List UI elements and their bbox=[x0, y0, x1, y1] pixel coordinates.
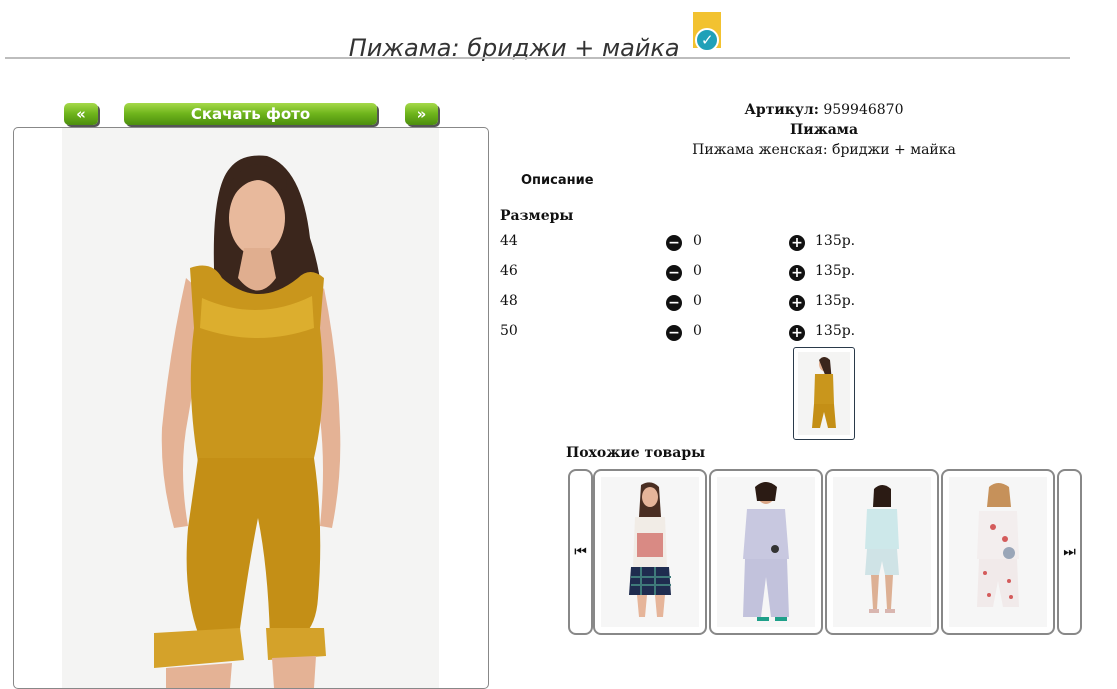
prev-photo-button[interactable]: « bbox=[64, 103, 98, 125]
skip-previous-icon: ⏮ bbox=[574, 544, 587, 560]
carousel-next-button[interactable]: ⏭ bbox=[1057, 469, 1082, 635]
size-label: 48 bbox=[500, 293, 518, 309]
increase-quantity-plus-icon[interactable]: + bbox=[789, 325, 805, 341]
size-label: 50 bbox=[500, 323, 518, 339]
size-label: 46 bbox=[500, 263, 518, 279]
price-value: 135р. bbox=[815, 323, 856, 339]
increase-quantity-plus-icon[interactable]: + bbox=[789, 265, 805, 281]
size-row: 48 − 0 + 135р. bbox=[500, 293, 900, 313]
price-value: 135р. bbox=[815, 263, 856, 279]
product-full-name: Пижама женская: бриджи + майка bbox=[692, 142, 956, 158]
similar-product-card[interactable] bbox=[825, 469, 939, 635]
similar-product-card[interactable] bbox=[709, 469, 823, 635]
similar-product-image bbox=[833, 477, 931, 627]
product-category: Пижама bbox=[789, 122, 859, 138]
sku-value: 959946870 bbox=[823, 102, 904, 118]
quantity-value: 0 bbox=[693, 323, 702, 339]
similar-product-image bbox=[717, 477, 815, 627]
decrease-quantity-minus-icon[interactable]: − bbox=[666, 325, 682, 341]
similar-product-card[interactable] bbox=[593, 469, 707, 635]
next-photo-button[interactable]: » bbox=[405, 103, 438, 125]
quantity-value: 0 bbox=[693, 233, 702, 249]
photo-thumbnail[interactable] bbox=[793, 347, 855, 440]
main-photo-frame bbox=[13, 127, 489, 689]
quantity-value: 0 bbox=[693, 263, 702, 279]
header-divider bbox=[5, 57, 1070, 59]
quantity-value: 0 bbox=[693, 293, 702, 309]
sizes-heading: Размеры bbox=[500, 208, 574, 224]
similar-product-image bbox=[949, 477, 1047, 627]
size-row: 44 − 0 + 135р. bbox=[500, 233, 900, 253]
decrease-quantity-minus-icon[interactable]: − bbox=[666, 295, 682, 311]
decrease-quantity-minus-icon[interactable]: − bbox=[666, 265, 682, 281]
skip-next-icon: ⏭ bbox=[1063, 544, 1076, 560]
similar-products-heading: Похожие товары bbox=[566, 445, 706, 461]
increase-quantity-plus-icon[interactable]: + bbox=[789, 235, 805, 251]
sku-label: Артикул: bbox=[744, 102, 819, 118]
size-label: 44 bbox=[500, 233, 518, 249]
size-row: 50 − 0 + 135р. bbox=[500, 323, 900, 343]
similar-product-card[interactable] bbox=[941, 469, 1055, 635]
similar-product-image bbox=[601, 477, 699, 627]
decrease-quantity-minus-icon[interactable]: − bbox=[666, 235, 682, 251]
carousel-prev-button[interactable]: ⏮ bbox=[568, 469, 593, 635]
product-info: Артикул: 959946870 Пижама Пижама женская… bbox=[500, 100, 1117, 160]
download-photo-button[interactable]: Скачать фото bbox=[124, 103, 377, 125]
increase-quantity-plus-icon[interactable]: + bbox=[789, 295, 805, 311]
price-value: 135р. bbox=[815, 233, 856, 249]
price-value: 135р. bbox=[815, 293, 856, 309]
description-tab[interactable]: Описание bbox=[521, 173, 594, 188]
main-product-photo[interactable] bbox=[62, 128, 439, 688]
size-row: 46 − 0 + 135р. bbox=[500, 263, 900, 283]
